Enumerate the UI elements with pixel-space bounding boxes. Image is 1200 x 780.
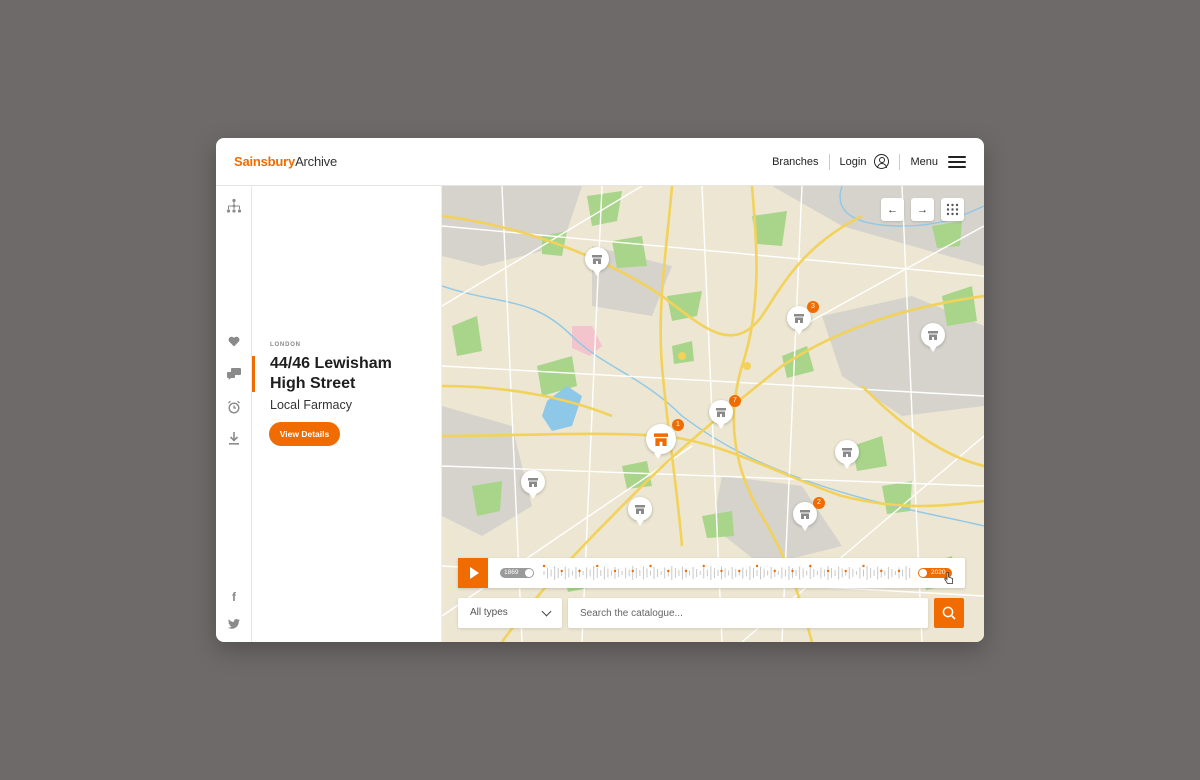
store-icon <box>800 510 810 519</box>
chat-icon[interactable] <box>225 367 243 385</box>
grid-view-button[interactable] <box>941 198 964 221</box>
start-year-label: 1869 <box>504 569 519 576</box>
icon-rail: f <box>216 186 252 642</box>
branch-marker[interactable] <box>921 323 945 352</box>
logo[interactable]: SainsburyArchive <box>234 154 337 169</box>
timeline-event-dot <box>702 564 705 568</box>
timeline-event-dot <box>720 569 723 573</box>
store-icon <box>842 448 852 457</box>
store-icon <box>654 433 668 446</box>
play-button[interactable] <box>458 558 488 588</box>
timeline-ticks[interactable] <box>542 558 916 588</box>
active-indicator <box>252 356 255 392</box>
store-icon <box>635 505 645 514</box>
timeline-event-dot <box>862 564 865 568</box>
top-bar: SainsburyArchive Branches Login Menu <box>216 138 984 186</box>
timeline-event-dot <box>809 564 812 568</box>
marker-count-badge: 1 <box>672 419 684 431</box>
timeline-event-dot <box>791 569 794 573</box>
store-icon <box>716 408 726 417</box>
pointer-cursor-icon <box>944 572 953 584</box>
logo-rest: Archive <box>295 154 338 169</box>
marker-count-badge: 3 <box>807 301 819 313</box>
handle-knob <box>919 569 927 577</box>
chevron-down-icon <box>541 606 552 617</box>
timeline-event-dot <box>649 564 652 568</box>
branch-marker[interactable]: 7 <box>709 395 741 429</box>
store-icon <box>528 478 538 487</box>
branch-marker[interactable]: 3 <box>787 301 819 335</box>
branch-marker[interactable] <box>835 440 859 469</box>
branches-link[interactable]: Branches <box>772 156 818 168</box>
marker-count-badge: 7 <box>729 395 741 407</box>
store-icon <box>928 331 938 340</box>
marker-count-badge: 2 <box>813 497 825 509</box>
branch-detail-panel: LONDON 44/46 Lewisham High Street Local … <box>252 186 442 642</box>
user-icon[interactable] <box>874 154 890 169</box>
timeline-event-dot <box>542 564 546 568</box>
branch-marker[interactable] <box>521 470 545 499</box>
timeline-event-dot <box>667 569 670 573</box>
timeline-event-dot <box>578 569 581 573</box>
facebook-icon[interactable]: f <box>225 588 243 606</box>
search-icon <box>942 606 956 620</box>
heart-icon[interactable] <box>225 334 243 352</box>
menu-label[interactable]: Menu <box>910 156 938 168</box>
logo-brand: Sainsbury <box>234 154 296 169</box>
back-button[interactable]: ← <box>881 198 904 221</box>
top-nav: Branches Login Menu <box>772 153 966 170</box>
login-link[interactable]: Login <box>840 156 867 168</box>
timeline-event-dot <box>613 569 617 573</box>
timeline-bar: 1869 2020 <box>458 558 965 588</box>
grid-icon <box>946 203 959 216</box>
catalogue-search-input[interactable] <box>568 598 928 628</box>
timeline-event-dot <box>596 564 599 568</box>
handle-knob <box>525 569 533 577</box>
type-filter-select[interactable]: All types <box>458 598 562 628</box>
hamburger-icon[interactable] <box>948 155 966 168</box>
branch-subtitle: Local Farmacy <box>270 398 352 412</box>
type-filter-value: All types <box>470 607 508 618</box>
store-icon <box>592 255 602 264</box>
start-year-handle[interactable]: 1869 <box>500 568 534 578</box>
download-icon[interactable] <box>225 432 243 450</box>
branch-marker[interactable] <box>585 247 609 276</box>
timeline-event-dot <box>560 569 563 573</box>
twitter-icon[interactable] <box>225 616 243 634</box>
timeline-event-dot <box>684 569 688 573</box>
alarm-icon[interactable] <box>225 400 243 418</box>
timeline-event-dot <box>844 569 847 573</box>
store-icon <box>794 314 804 323</box>
branch-city: LONDON <box>270 342 301 348</box>
search-button[interactable] <box>934 598 964 628</box>
app-window: SainsburyArchive Branches Login Menu f L… <box>216 138 984 642</box>
forward-button[interactable]: → <box>911 198 934 221</box>
timeline-event-dot <box>773 569 776 573</box>
map-view[interactable]: ← → 3 7 1 2 1869 2020 All types Search t… <box>442 186 984 642</box>
timeline-event-dot <box>755 564 759 568</box>
timeline-event-dot <box>738 569 741 573</box>
selected-branch-marker[interactable]: 1 <box>646 419 684 459</box>
nav-divider <box>899 153 901 170</box>
timeline-event-dot <box>826 569 830 573</box>
branch-title: 44/46 Lewisham High Street <box>270 355 392 392</box>
nav-divider <box>828 153 830 170</box>
sitemap-icon[interactable] <box>225 198 243 216</box>
branch-marker[interactable]: 2 <box>793 497 825 531</box>
timeline-event-dot <box>897 569 901 573</box>
timeline-event-dot <box>631 569 634 573</box>
timeline-event-dot <box>880 569 883 573</box>
branch-marker[interactable] <box>628 497 652 526</box>
view-details-button[interactable]: View Details <box>269 422 340 446</box>
